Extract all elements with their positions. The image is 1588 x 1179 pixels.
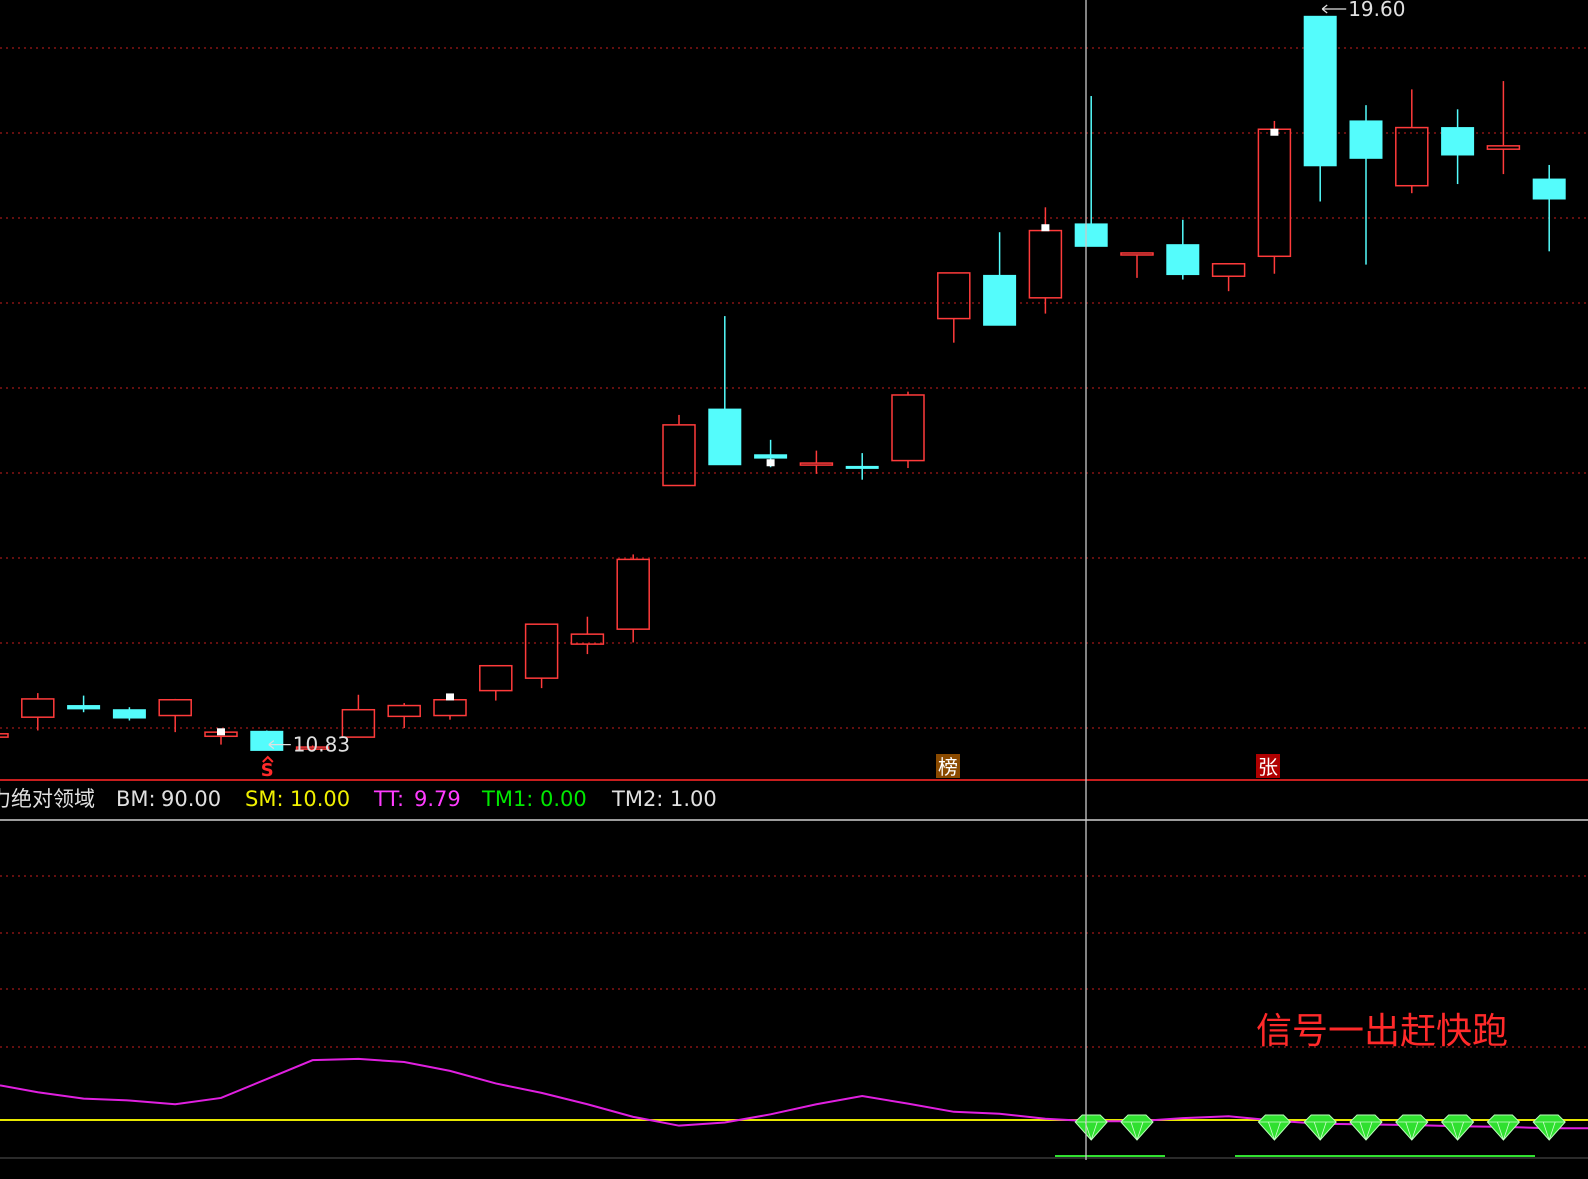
bang-marker[interactable]: 榜 xyxy=(938,755,958,779)
candle-body-down xyxy=(67,705,101,710)
candle-body-down xyxy=(1349,120,1383,159)
readout-label: TT: xyxy=(373,787,404,811)
candle-body-down xyxy=(112,709,146,719)
candle[interactable] xyxy=(112,707,146,721)
candle-body-down xyxy=(1303,15,1337,167)
readout-value: 0.00 xyxy=(540,787,587,811)
price-dot-marker xyxy=(446,693,454,701)
price-dot-marker xyxy=(1041,224,1050,232)
low-price-label: 10.83 xyxy=(293,733,350,757)
readout-label: TM1: xyxy=(481,787,533,811)
candle-body-down xyxy=(1074,223,1108,247)
candle-body-down xyxy=(845,465,879,469)
chart-window: 10.83 19.60 S 榜 张 力绝对领域 BM: 90.00 SM: 10.00… xyxy=(0,0,1588,1175)
candle-body-down xyxy=(708,408,742,466)
readout-label: TM2: xyxy=(611,787,663,811)
readout-label: BM: xyxy=(116,787,156,811)
candle-body-down xyxy=(250,730,284,751)
candle[interactable] xyxy=(250,730,284,751)
candle-body-down xyxy=(1166,244,1200,276)
chart-background xyxy=(0,0,1588,1175)
zhang-marker[interactable]: 张 xyxy=(1258,755,1278,779)
readout-value: 1.00 xyxy=(670,787,717,811)
high-price-label: 19.60 xyxy=(1348,0,1405,21)
readout-value: 90.00 xyxy=(161,787,221,811)
price-dot-marker xyxy=(1270,128,1279,136)
s-signal-marker: S xyxy=(261,760,274,781)
stock-chart[interactable]: 10.83 19.60 S 榜 张 力绝对领域 BM: 90.00 SM: 10.00… xyxy=(0,0,1588,1175)
candle-body-down xyxy=(1532,178,1566,200)
signal-annotation: 信号一出赶快跑 xyxy=(1256,1011,1508,1052)
price-dot-marker xyxy=(217,728,225,736)
candle-body-down xyxy=(1441,127,1475,156)
indicator-name: 力绝对领域 xyxy=(0,787,95,811)
readout-label: SM: xyxy=(245,787,284,811)
candle-body-down xyxy=(754,454,788,459)
readout-value: 10.00 xyxy=(290,787,350,811)
readout-value: 9.79 xyxy=(414,787,461,811)
candle-body-down xyxy=(983,274,1017,326)
price-dot-marker xyxy=(766,459,775,467)
